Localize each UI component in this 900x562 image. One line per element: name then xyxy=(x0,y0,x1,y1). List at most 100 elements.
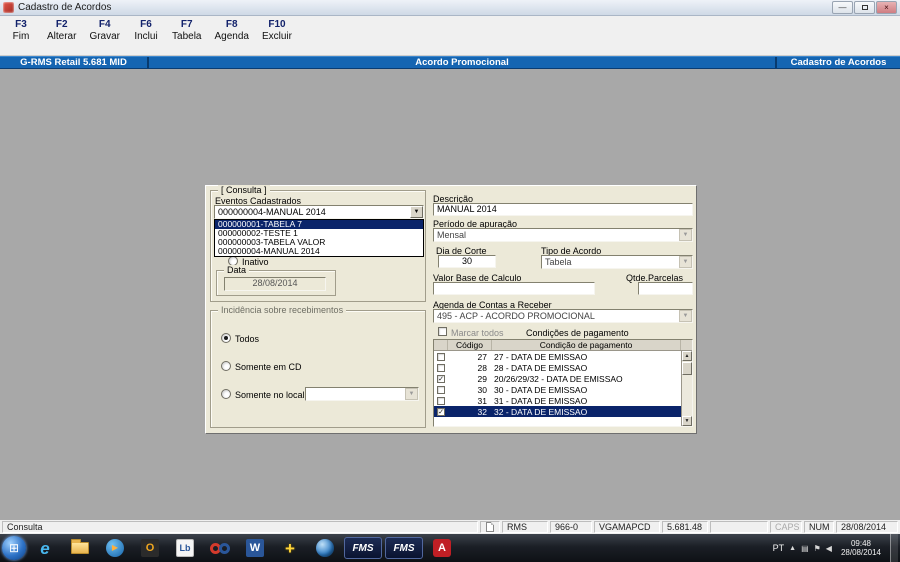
tipo-acordo-combobox[interactable]: Tabela ▼ xyxy=(541,255,693,269)
dropdown-arrow-icon[interactable]: ▼ xyxy=(410,206,423,218)
local-combobox[interactable]: ▼ xyxy=(305,387,419,401)
row-checkbox[interactable] xyxy=(437,352,445,361)
fms-taskbar-button-1[interactable]: FMS xyxy=(344,537,382,559)
grid-row[interactable]: 31 31 - DATA DE EMISSAO xyxy=(434,395,683,406)
acordo-form-panel: [ Consulta ] Eventos Cadastrados 0000000… xyxy=(205,185,697,434)
incidencia-local-radio[interactable] xyxy=(221,389,231,399)
row-condicao: 30 - DATA DE EMISSAO xyxy=(494,384,588,395)
toolbar-button-f4-gravar[interactable]: F4 Gravar xyxy=(89,19,120,43)
internet-explorer-taskbar-button[interactable]: e xyxy=(29,535,61,561)
internet-explorer-icon: e xyxy=(40,538,50,558)
grid-row-selected[interactable]: ✓ 32 32 - DATA DE EMISSAO xyxy=(434,406,683,417)
scroll-down-icon[interactable]: ▼ xyxy=(682,416,692,426)
dropdown-arrow-icon: ▼ xyxy=(679,256,692,268)
toolbar-button-f2-alterar[interactable]: F2 Alterar xyxy=(47,19,76,43)
restore-button[interactable] xyxy=(854,1,875,14)
data-groupbox: Data 28/08/2014 xyxy=(216,265,336,296)
minimize-button[interactable]: — xyxy=(832,1,853,14)
rings-app-taskbar-button[interactable] xyxy=(204,535,236,561)
scroll-up-icon[interactable]: ▲ xyxy=(682,351,692,361)
descricao-field[interactable]: MANUAL 2014 xyxy=(433,203,693,216)
tray-display-icon[interactable]: ▤ xyxy=(801,544,809,553)
dropdown-arrow-icon: ▼ xyxy=(679,229,692,241)
word-taskbar-button[interactable]: W xyxy=(239,535,271,561)
header-module-title: Acordo Promocional xyxy=(147,57,777,68)
toolbar-button-f3-fim[interactable]: F3 Fim xyxy=(8,19,34,43)
tray-volume-icon[interactable]: ◀ xyxy=(826,544,832,553)
window-titlebar: Cadastro de Acordos — × xyxy=(0,0,900,16)
toolbar-label: Gravar xyxy=(89,31,121,42)
window-title: Cadastro de Acordos xyxy=(18,2,112,13)
toolbar-label: Fim xyxy=(12,31,30,42)
condicoes-grid: Código Condição de pagamento 27 27 - DAT… xyxy=(433,339,693,427)
marcar-todos-checkbox[interactable] xyxy=(438,327,447,336)
dropdown-arrow-icon: ▼ xyxy=(405,388,418,400)
toolbar-label: Alterar xyxy=(47,31,77,42)
status-num: NUM xyxy=(804,521,834,533)
grid-header: Código Condição de pagamento xyxy=(434,340,692,351)
toolbar-button-f6-inclui[interactable]: F6 Inclui xyxy=(133,19,159,43)
grid-row[interactable]: ✓ 29 20/26/29/32 - DATA DE EMISSAO xyxy=(434,373,683,384)
toolbar-key: F6 xyxy=(140,19,152,30)
eventos-combobox[interactable]: 000000004-MANUAL 2014 ▼ xyxy=(214,205,424,219)
dia-corte-field[interactable]: 30 xyxy=(438,255,496,268)
grid-row[interactable]: 30 30 - DATA DE EMISSAO xyxy=(434,384,683,395)
row-checkbox[interactable]: ✓ xyxy=(437,407,445,416)
grid-row[interactable]: 27 27 - DATA DE EMISSAO xyxy=(434,351,683,362)
row-checkbox[interactable] xyxy=(437,396,445,405)
dropdown-option[interactable]: 000000004-MANUAL 2014 xyxy=(215,247,423,256)
tray-expand-icon[interactable]: ▲ xyxy=(789,545,796,552)
agenda-combobox[interactable]: 495 - ACP - ACORDO PROMOCIONAL ▼ xyxy=(433,309,693,323)
status-mode: Consulta xyxy=(2,521,478,533)
taskbar: ⊞ e ▶ O Lb W + FMS FMS A PT ▲ ▤ ⚑ ◀ 09:4… xyxy=(0,534,900,562)
fms-logo: FMS xyxy=(393,542,415,554)
valor-base-field[interactable] xyxy=(433,282,595,295)
row-condicao: 31 - DATA DE EMISSAO xyxy=(494,395,588,406)
periodo-combobox[interactable]: Mensal ▼ xyxy=(433,228,693,242)
language-indicator[interactable]: PT xyxy=(773,543,785,553)
plus-app-taskbar-button[interactable]: + xyxy=(274,535,306,561)
close-button[interactable]: × xyxy=(876,1,897,14)
row-checkbox[interactable] xyxy=(437,385,445,394)
start-button[interactable]: ⊞ xyxy=(2,536,26,560)
adobe-reader-taskbar-button[interactable]: A xyxy=(426,535,458,561)
taskbar-clock[interactable]: 09:48 28/08/2014 xyxy=(837,539,885,557)
incidencia-todos-radio[interactable] xyxy=(221,333,231,343)
clock-time: 09:48 xyxy=(850,539,871,548)
grid-row[interactable]: 28 28 - DATA DE EMISSAO xyxy=(434,362,683,373)
toolbar-button-f8-agenda[interactable]: F8 Agenda xyxy=(214,19,248,43)
toolbar-button-f10-excluir[interactable]: F10 Excluir xyxy=(262,19,292,43)
grid-header-codigo: Código xyxy=(448,340,492,350)
row-condicao: 28 - DATA DE EMISSAO xyxy=(494,362,588,373)
function-toolbar: F3 Fim F2 Alterar F4 Gravar F6 Inclui F7… xyxy=(0,16,900,56)
marcar-todos-label: Marcar todos xyxy=(451,328,504,338)
row-checkbox[interactable] xyxy=(437,363,445,372)
row-codigo: 29 xyxy=(477,373,487,384)
grid-scrollbar[interactable]: ▲ ▼ xyxy=(681,351,692,426)
explorer-taskbar-button[interactable] xyxy=(64,535,96,561)
periodo-combobox-value: Mensal xyxy=(437,230,467,240)
incidencia-local-label: Somente no local xyxy=(235,390,305,400)
status-program: VGAMAPCD xyxy=(594,521,660,533)
app-icon xyxy=(3,2,14,13)
scrollbar-thumb[interactable] xyxy=(682,362,692,375)
blue-ring-icon xyxy=(219,543,230,554)
eventos-dropdown-list: 000000001-TABELA 7 000000002-TESTE 1 000… xyxy=(214,219,424,257)
fms-taskbar-button-2[interactable]: FMS xyxy=(385,537,423,559)
tipo-acordo-combobox-value: Tabela xyxy=(545,257,572,267)
globe-app-taskbar-button[interactable] xyxy=(309,535,341,561)
toolbar-button-f7-tabela[interactable]: F7 Tabela xyxy=(172,19,201,43)
grid-header-corner xyxy=(681,340,692,350)
toolbar-label: Agenda xyxy=(214,31,249,42)
outlook-taskbar-button[interactable]: O xyxy=(134,535,166,561)
show-desktop-button[interactable] xyxy=(890,534,898,562)
app-header-bar: G-RMS Retail 5.681 MID Acordo Promociona… xyxy=(0,56,900,69)
media-player-taskbar-button[interactable]: ▶ xyxy=(99,535,131,561)
toolbar-label: Inclui xyxy=(134,31,158,42)
incidencia-cd-radio[interactable] xyxy=(221,361,231,371)
lb-app-taskbar-button[interactable]: Lb xyxy=(169,535,201,561)
qtde-parcelas-field[interactable] xyxy=(638,282,693,295)
tray-flag-icon[interactable]: ⚑ xyxy=(814,544,821,553)
grid-header-checkbox-col xyxy=(434,340,448,350)
row-checkbox[interactable]: ✓ xyxy=(437,374,445,383)
